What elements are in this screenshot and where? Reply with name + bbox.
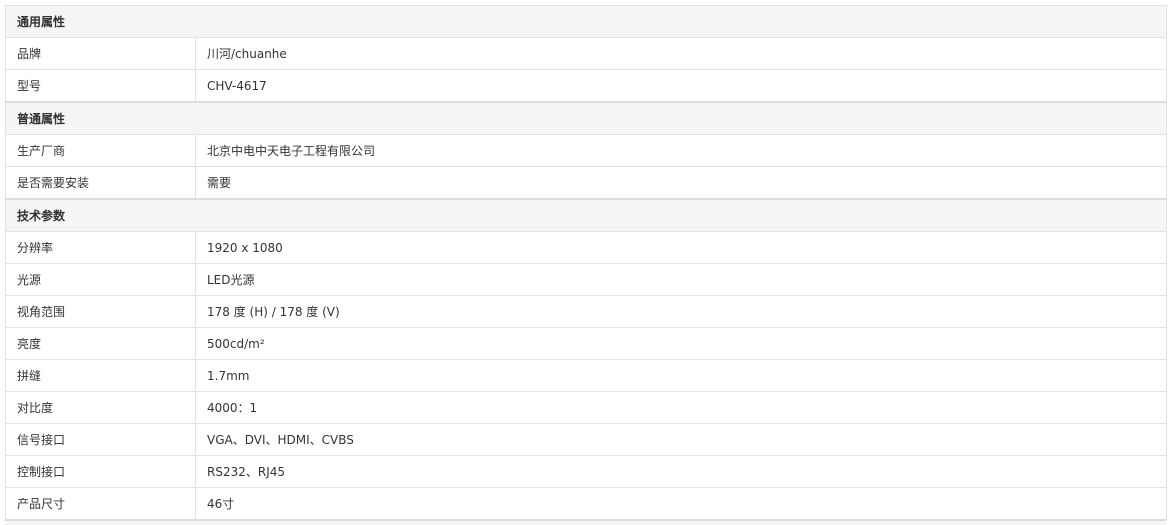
- spec-row-resolution: 分辨率 1920 x 1080: [5, 231, 1168, 264]
- spec-key: 型号: [5, 69, 196, 103]
- spec-key: 产品尺寸: [5, 487, 196, 520]
- spec-value: LED光源: [194, 263, 1168, 296]
- next-group-header-edge: [5, 519, 1166, 525]
- spec-key: 品牌: [5, 37, 196, 70]
- spec-key: 信号接口: [5, 423, 196, 456]
- spec-value: 4000：1: [194, 391, 1168, 424]
- group-header-common: 普通属性: [4, 101, 1168, 135]
- spec-key: 是否需要安装: [5, 166, 196, 200]
- spec-value: VGA、DVI、HDMI、CVBS: [194, 423, 1168, 456]
- group-header-general: 通用属性: [4, 5, 1168, 38]
- spec-table-body: 通用属性 品牌 川河/chuanhe 型号 CHV-4617 普通属性 生产厂商…: [4, 5, 1168, 520]
- spec-key: 生产厂商: [5, 134, 196, 167]
- spec-value: 1.7mm: [194, 359, 1168, 392]
- spec-value: 需要: [194, 166, 1168, 200]
- spec-key: 光源: [5, 263, 196, 296]
- group-header-technical: 技术参数: [4, 198, 1168, 232]
- group-title: 技术参数: [4, 198, 1168, 232]
- spec-row-installation: 是否需要安装 需要: [5, 166, 1168, 200]
- spec-row-viewing-angle: 视角范围 178 度 (H) / 178 度 (V): [5, 295, 1168, 328]
- spec-row-brand: 品牌 川河/chuanhe: [5, 37, 1168, 70]
- spec-key: 拼缝: [5, 359, 196, 392]
- spec-key: 控制接口: [5, 455, 196, 488]
- spec-row-signal-interface: 信号接口 VGA、DVI、HDMI、CVBS: [5, 423, 1168, 456]
- group-title: 普通属性: [4, 101, 1168, 135]
- spec-key: 亮度: [5, 327, 196, 360]
- spec-row-manufacturer: 生产厂商 北京中电中天电子工程有限公司: [5, 134, 1168, 167]
- spec-row-model: 型号 CHV-4617: [5, 69, 1168, 103]
- spec-value: 北京中电中天电子工程有限公司: [194, 134, 1168, 167]
- spec-value: CHV-4617: [194, 69, 1168, 103]
- spec-value: 178 度 (H) / 178 度 (V): [194, 295, 1168, 328]
- spec-key: 分辨率: [5, 231, 196, 264]
- spec-value: 500cd/m²: [194, 327, 1168, 360]
- spec-value: 46寸: [194, 487, 1168, 520]
- spec-key: 视角范围: [5, 295, 196, 328]
- spec-row-product-size: 产品尺寸 46寸: [5, 487, 1168, 520]
- spec-table: 通用属性 品牌 川河/chuanhe 型号 CHV-4617 普通属性 生产厂商…: [4, 5, 1168, 520]
- spec-value: RS232、RJ45: [194, 455, 1168, 488]
- spec-value: 1920 x 1080: [194, 231, 1168, 264]
- spec-row-contrast: 对比度 4000：1: [5, 391, 1168, 424]
- spec-row-bezel-gap: 拼缝 1.7mm: [5, 359, 1168, 392]
- spec-row-light-source: 光源 LED光源: [5, 263, 1168, 296]
- group-title: 通用属性: [4, 5, 1168, 38]
- spec-row-brightness: 亮度 500cd/m²: [5, 327, 1168, 360]
- spec-key: 对比度: [5, 391, 196, 424]
- spec-value: 川河/chuanhe: [194, 37, 1168, 70]
- spec-row-control-interface: 控制接口 RS232、RJ45: [5, 455, 1168, 488]
